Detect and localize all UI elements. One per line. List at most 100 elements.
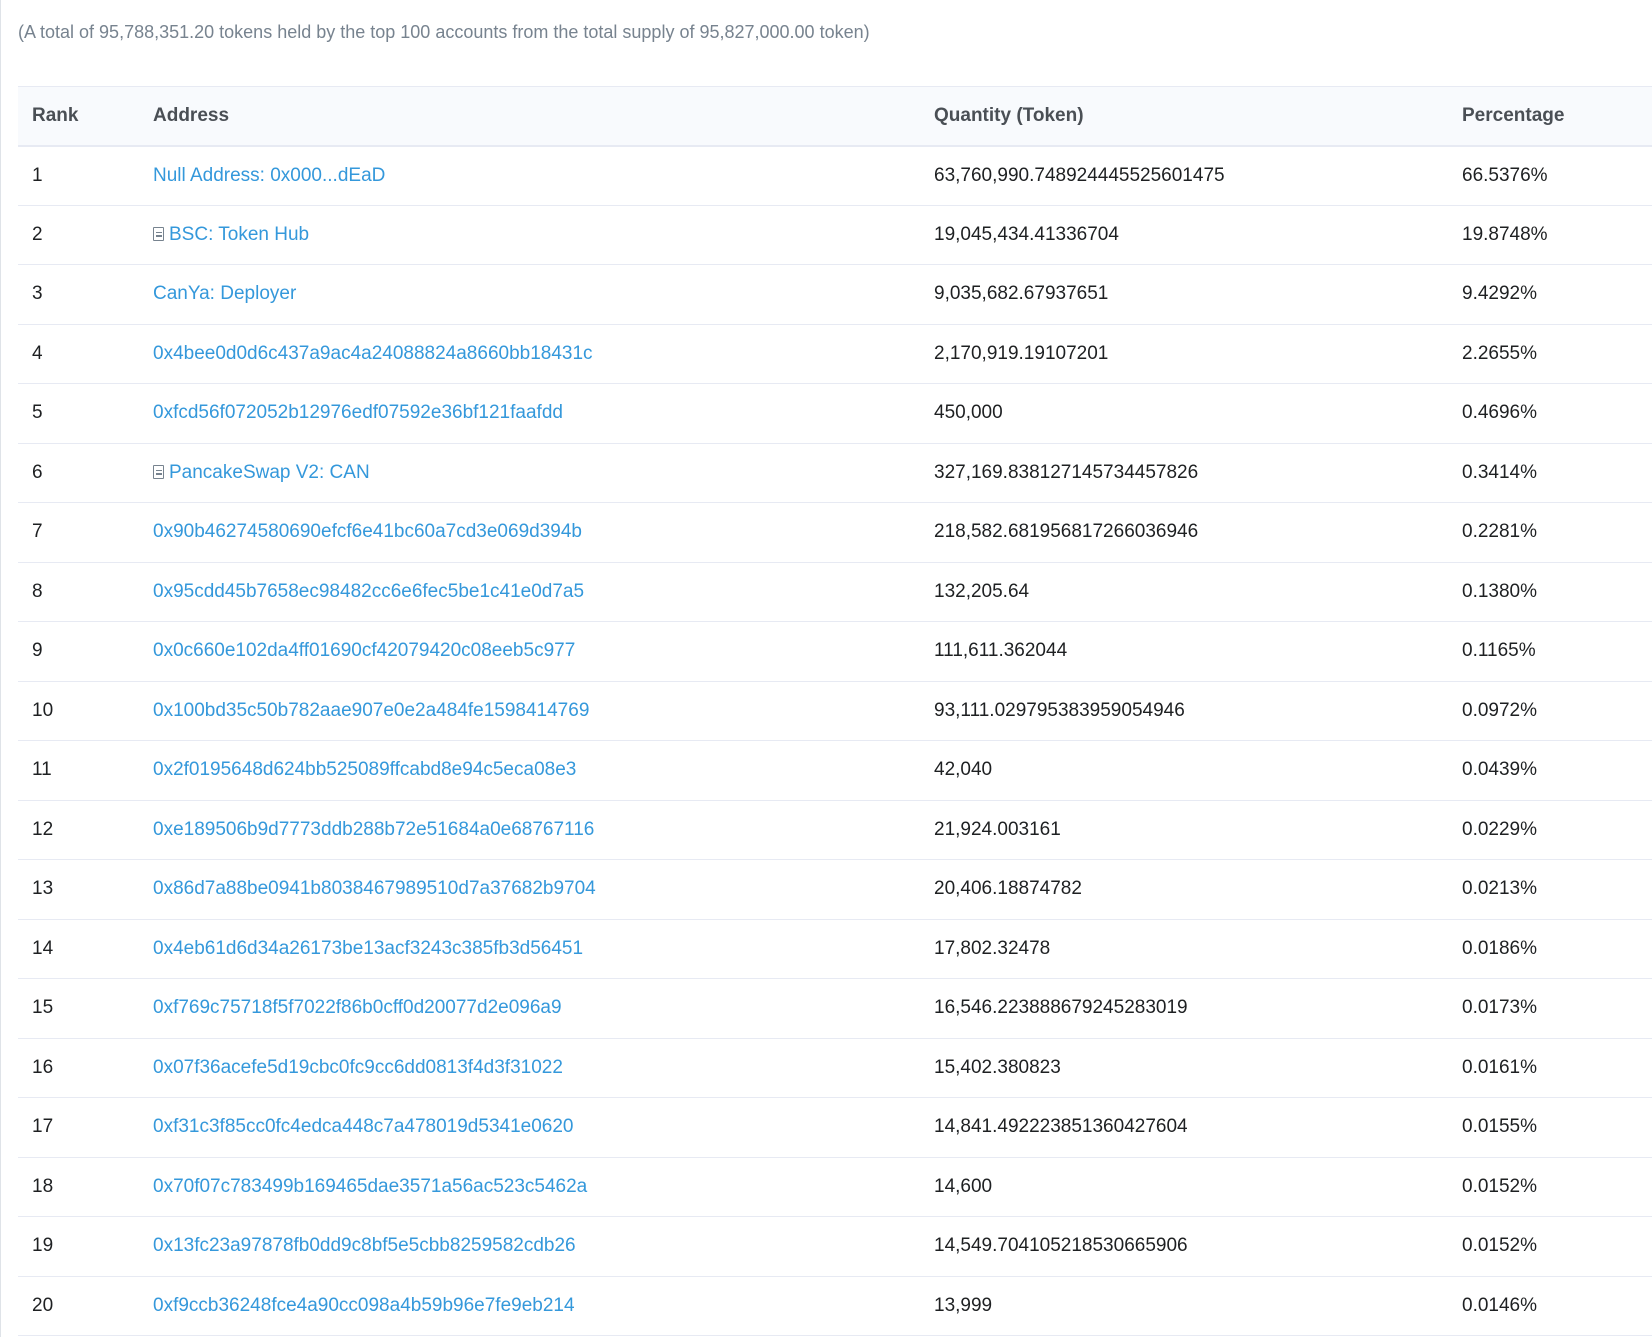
address-link[interactable]: 0x4eb61d6d34a26173be13acf3243c385fb3d564…: [153, 938, 583, 959]
address-link[interactable]: 0x07f36acefe5d19cbc0fc9cc6dd0813f4d3f310…: [153, 1057, 563, 1078]
address-cell: CanYa: Deployer: [139, 264, 920, 325]
address-link[interactable]: 0x100bd35c50b782aae907e0e2a484fe15984147…: [153, 700, 589, 721]
rank-cell: 20: [18, 1276, 139, 1336]
address-cell: 0x13fc23a97878fb0dd9c8bf5e5cbb8259582cdb…: [139, 1216, 920, 1277]
address-link[interactable]: Null Address: 0x000...dEaD: [153, 165, 385, 186]
percentage-cell: 0.0152%: [1448, 1216, 1652, 1277]
address-cell: 0x90b46274580690efcf6e41bc60a7cd3e069d39…: [139, 502, 920, 563]
address-link[interactable]: 0x13fc23a97878fb0dd9c8bf5e5cbb8259582cdb…: [153, 1235, 576, 1256]
quantity-cell: 14,841.492223851360427604: [920, 1097, 1448, 1158]
address-cell: 0x70f07c783499b169465dae3571a56ac523c546…: [139, 1157, 920, 1217]
quantity-cell: 13,999: [920, 1276, 1448, 1336]
percentage-cell: 0.1165%: [1448, 621, 1652, 682]
quantity-cell: 9,035,682.67937651: [920, 264, 1448, 325]
table-header-row: Rank Address Quantity (Token) Percentage: [18, 86, 1652, 147]
quantity-cell: 15,402.380823: [920, 1038, 1448, 1098]
contract-file-icon: [153, 226, 164, 241]
percentage-cell: 0.0173%: [1448, 978, 1652, 1039]
quantity-cell: 19,045,434.41336704: [920, 205, 1448, 265]
left-border: [0, 0, 1, 1337]
table-row: 6 PancakeSwap V2: CAN 327,169.838127145734…: [18, 443, 1652, 503]
address-link[interactable]: 0xfcd56f072052b12976edf07592e36bf121faaf…: [153, 402, 563, 423]
contract-file-icon: [153, 464, 164, 479]
percentage-cell: 0.0152%: [1448, 1157, 1652, 1217]
rank-cell: 19: [18, 1216, 139, 1277]
table-row: 7 0x90b46274580690efcf6e41bc60a7cd3e069d3…: [18, 502, 1652, 563]
rank-cell: 8: [18, 562, 139, 622]
address-link[interactable]: 0x70f07c783499b169465dae3571a56ac523c546…: [153, 1176, 587, 1197]
table-header: Rank Address Quantity (Token) Percentage: [18, 86, 1652, 147]
address-link[interactable]: BSC: Token Hub: [169, 224, 309, 245]
table-row: 20 0xf9ccb36248fce4a90cc098a4b59b96e7fe9e…: [18, 1276, 1652, 1336]
rank-cell: 6: [18, 443, 139, 503]
address-link[interactable]: 0xf769c75718f5f7022f86b0cff0d20077d2e096…: [153, 997, 562, 1018]
rank-cell: 11: [18, 740, 139, 801]
percentage-cell: 0.0161%: [1448, 1038, 1652, 1098]
percentage-cell: 0.0213%: [1448, 859, 1652, 920]
rank-cell: 2: [18, 205, 139, 265]
quantity-cell: 17,802.32478: [920, 919, 1448, 979]
percentage-cell: 0.3414%: [1448, 443, 1652, 503]
address-link[interactable]: PancakeSwap V2: CAN: [169, 462, 370, 483]
address-cell: 0x95cdd45b7658ec98482cc6e6fec5be1c41e0d7…: [139, 562, 920, 622]
holders-table: Rank Address Quantity (Token) Percentage…: [18, 86, 1652, 1336]
rank-cell: 14: [18, 919, 139, 979]
address-cell: BSC: Token Hub: [139, 205, 920, 265]
quantity-cell: 16,546.223888679245283019: [920, 978, 1448, 1039]
percentage-cell: 2.2655%: [1448, 324, 1652, 384]
table-row: 18 0x70f07c783499b169465dae3571a56ac523c5…: [18, 1157, 1652, 1217]
quantity-cell: 111,611.362044: [920, 621, 1448, 682]
address-cell: 0x0c660e102da4ff01690cf42079420c08eeb5c9…: [139, 621, 920, 682]
rank-cell: 10: [18, 681, 139, 741]
percentage-cell: 0.1380%: [1448, 562, 1652, 622]
address-cell: 0x07f36acefe5d19cbc0fc9cc6dd0813f4d3f310…: [139, 1038, 920, 1098]
address-link[interactable]: CanYa: Deployer: [153, 283, 296, 304]
percentage-cell: 66.5376%: [1448, 145, 1652, 206]
percentage-cell: 0.0146%: [1448, 1276, 1652, 1336]
rank-cell: 9: [18, 621, 139, 682]
quantity-cell: 450,000: [920, 383, 1448, 444]
address-link[interactable]: 0xf9ccb36248fce4a90cc098a4b59b96e7fe9eb2…: [153, 1295, 575, 1316]
quantity-cell: 218,582.681956817266036946: [920, 502, 1448, 563]
percentage-cell: 0.0439%: [1448, 740, 1652, 801]
holders-summary: (A total of 95,788,351.20 tokens held by…: [18, 22, 870, 42]
rank-cell: 12: [18, 800, 139, 860]
address-link[interactable]: 0x95cdd45b7658ec98482cc6e6fec5be1c41e0d7…: [153, 581, 584, 602]
address-cell: 0xf31c3f85cc0fc4edca448c7a478019d5341e06…: [139, 1097, 920, 1158]
header-rank: Rank: [18, 86, 139, 147]
rank-cell: 18: [18, 1157, 139, 1217]
quantity-cell: 21,924.003161: [920, 800, 1448, 860]
rank-cell: 15: [18, 978, 139, 1039]
table-row: 4 0x4bee0d0d6c437a9ac4a24088824a8660bb184…: [18, 324, 1652, 384]
percentage-cell: 19.8748%: [1448, 205, 1652, 265]
holders-table-container: Rank Address Quantity (Token) Percentage…: [18, 86, 1652, 1336]
header-percentage: Percentage: [1448, 86, 1652, 147]
table-row: 10 0x100bd35c50b782aae907e0e2a484fe159841…: [18, 681, 1652, 741]
rank-cell: 7: [18, 502, 139, 563]
address-cell: 0x86d7a88be0941b8038467989510d7a37682b97…: [139, 859, 920, 920]
percentage-cell: 0.4696%: [1448, 383, 1652, 444]
address-cell: PancakeSwap V2: CAN: [139, 443, 920, 503]
quantity-cell: 14,600: [920, 1157, 1448, 1217]
address-cell: 0xf769c75718f5f7022f86b0cff0d20077d2e096…: [139, 978, 920, 1039]
address-link[interactable]: 0x2f0195648d624bb525089ffcabd8e94c5eca08…: [153, 759, 576, 780]
quantity-cell: 327,169.838127145734457826: [920, 443, 1448, 503]
quantity-cell: 14,549.704105218530665906: [920, 1216, 1448, 1277]
percentage-cell: 0.0155%: [1448, 1097, 1652, 1158]
rank-cell: 17: [18, 1097, 139, 1158]
address-link[interactable]: 0x0c660e102da4ff01690cf42079420c08eeb5c9…: [153, 640, 575, 661]
address-cell: 0x100bd35c50b782aae907e0e2a484fe15984147…: [139, 681, 920, 741]
address-link[interactable]: 0x90b46274580690efcf6e41bc60a7cd3e069d39…: [153, 521, 582, 542]
percentage-cell: 9.4292%: [1448, 264, 1652, 325]
percentage-cell: 0.0186%: [1448, 919, 1652, 979]
table-row: 15 0xf769c75718f5f7022f86b0cff0d20077d2e0…: [18, 978, 1652, 1039]
address-link[interactable]: 0xe189506b9d7773ddb288b72e51684a0e687671…: [153, 819, 594, 840]
address-cell: 0x4eb61d6d34a26173be13acf3243c385fb3d564…: [139, 919, 920, 979]
address-link[interactable]: 0x4bee0d0d6c437a9ac4a24088824a8660bb1843…: [153, 343, 593, 364]
address-link[interactable]: 0x86d7a88be0941b8038467989510d7a37682b97…: [153, 878, 596, 899]
address-cell: 0x4bee0d0d6c437a9ac4a24088824a8660bb1843…: [139, 324, 920, 384]
rank-cell: 3: [18, 264, 139, 325]
percentage-cell: 0.2281%: [1448, 502, 1652, 563]
address-link[interactable]: 0xf31c3f85cc0fc4edca448c7a478019d5341e06…: [153, 1116, 573, 1137]
table-row: 14 0x4eb61d6d34a26173be13acf3243c385fb3d5…: [18, 919, 1652, 979]
